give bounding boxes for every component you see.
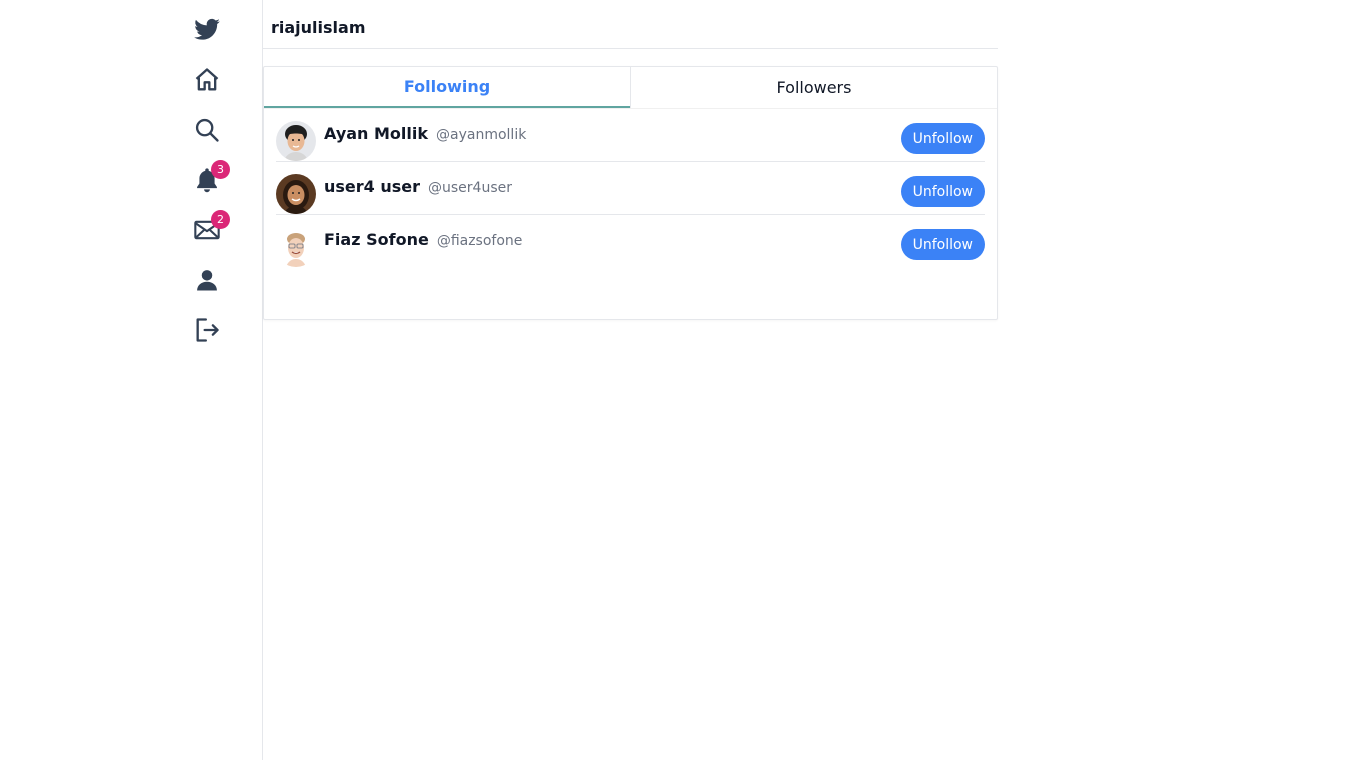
user-name[interactable]: Ayan Mollik — [324, 124, 428, 143]
twitter-logo-icon — [194, 18, 220, 40]
sidebar-item-profile[interactable] — [182, 255, 232, 305]
tab-followers[interactable]: Followers — [630, 67, 997, 108]
sidebar-item-home[interactable] — [182, 55, 232, 105]
sidebar-nav: 3 2 — [182, 5, 232, 355]
avatar[interactable] — [276, 121, 316, 161]
tab-following[interactable]: Following — [264, 67, 630, 108]
page-header: riajulislam — [263, 0, 998, 49]
following-list: Ayan Mollik @ayanmollik Unfollow user4 u… — [264, 109, 997, 268]
avatar[interactable] — [276, 227, 316, 267]
user-name[interactable]: Fiaz Sofone — [324, 230, 429, 249]
user-name[interactable]: user4 user — [324, 177, 420, 196]
sidebar-item-messages[interactable]: 2 — [182, 205, 232, 255]
logout-icon — [196, 318, 219, 342]
sidebar-item-logo[interactable] — [182, 5, 232, 55]
avatar-image — [276, 227, 316, 267]
user-handle: @user4user — [428, 180, 512, 196]
notifications-count-badge: 3 — [211, 160, 230, 179]
unfollow-button[interactable]: Unfollow — [900, 176, 985, 207]
avatar[interactable] — [276, 174, 316, 214]
list-item: Ayan Mollik @ayanmollik Unfollow — [276, 109, 985, 162]
list-item: Fiaz Sofone @fiazsofone Unfollow — [276, 215, 985, 268]
list-item: user4 user @user4user Unfollow — [276, 162, 985, 215]
avatar-image — [276, 121, 316, 161]
sidebar-item-logout[interactable] — [182, 305, 232, 355]
home-icon — [195, 68, 219, 91]
avatar-image — [276, 174, 316, 214]
user-handle: @ayanmollik — [436, 127, 527, 143]
unfollow-button[interactable]: Unfollow — [900, 229, 985, 260]
user-icon — [197, 270, 217, 291]
search-icon — [195, 118, 219, 142]
connections-panel: Following Followers Ayan Mollik @ayanmol… — [263, 66, 998, 320]
tab-bar: Following Followers — [264, 67, 997, 109]
sidebar-item-search[interactable] — [182, 105, 232, 155]
unfollow-button[interactable]: Unfollow — [900, 123, 985, 154]
sidebar-item-notifications[interactable]: 3 — [182, 155, 232, 205]
user-handle: @fiazsofone — [436, 233, 523, 249]
messages-count-badge: 2 — [211, 210, 230, 229]
page-title: riajulislam — [271, 18, 366, 37]
